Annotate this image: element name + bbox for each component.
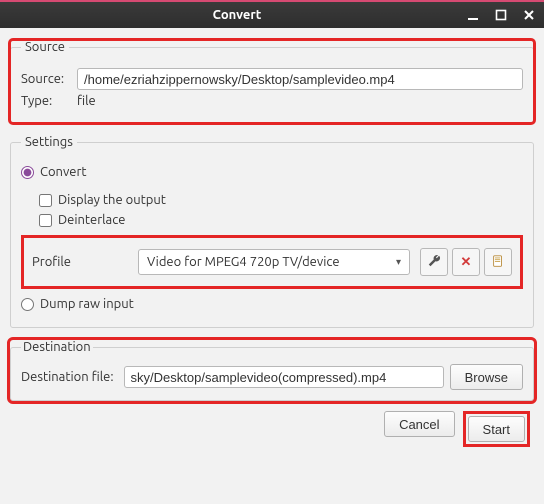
cancel-button[interactable]: Cancel bbox=[384, 411, 454, 437]
settings-group: Settings Convert Display the output Dein… bbox=[10, 135, 534, 328]
display-output-checkbox[interactable] bbox=[39, 194, 52, 207]
display-output-row[interactable]: Display the output bbox=[39, 193, 523, 207]
titlebar: Convert bbox=[0, 0, 544, 28]
browse-button[interactable]: Browse bbox=[450, 364, 523, 390]
convert-radio-row[interactable]: Convert bbox=[21, 165, 523, 179]
minimize-button[interactable] bbox=[466, 8, 480, 22]
edit-profile-button[interactable] bbox=[420, 248, 448, 276]
chevron-down-icon: ▾ bbox=[396, 256, 401, 268]
new-profile-button[interactable] bbox=[484, 248, 512, 276]
maximize-button[interactable] bbox=[494, 8, 508, 22]
wrench-icon bbox=[427, 254, 441, 271]
source-input[interactable] bbox=[77, 68, 523, 90]
deinterlace-row[interactable]: Deinterlace bbox=[39, 213, 523, 227]
destination-group: Destination Destination file: Browse bbox=[10, 340, 534, 401]
delete-profile-button[interactable]: ✕ bbox=[452, 248, 480, 276]
profile-dropdown[interactable]: Video for MPEG4 720p TV/device ▾ bbox=[138, 249, 410, 275]
close-button[interactable] bbox=[522, 8, 536, 22]
source-label: Source: bbox=[21, 72, 77, 86]
new-file-icon bbox=[491, 254, 505, 271]
window-controls bbox=[466, 8, 536, 22]
deinterlace-checkbox[interactable] bbox=[39, 214, 52, 227]
convert-dialog: Convert Source Source: Type: file bbox=[0, 0, 544, 504]
source-legend: Source bbox=[21, 40, 69, 54]
x-icon: ✕ bbox=[461, 255, 472, 270]
dump-radio[interactable] bbox=[21, 298, 34, 311]
destination-file-label: Destination file: bbox=[21, 370, 114, 384]
start-button[interactable]: Start bbox=[468, 416, 525, 442]
dialog-footer: Cancel Start bbox=[10, 411, 534, 447]
settings-legend: Settings bbox=[21, 135, 77, 149]
profile-label: Profile bbox=[32, 255, 138, 269]
window-title: Convert bbox=[8, 8, 466, 22]
convert-radio[interactable] bbox=[21, 166, 34, 179]
display-output-label: Display the output bbox=[58, 193, 166, 207]
start-highlight: Start bbox=[463, 411, 530, 447]
profile-selected: Video for MPEG4 720p TV/device bbox=[147, 255, 340, 269]
dump-radio-row[interactable]: Dump raw input bbox=[21, 297, 523, 311]
source-group: Source Source: Type: file bbox=[10, 40, 534, 123]
dialog-content: Source Source: Type: file Settings Conve… bbox=[0, 28, 544, 455]
type-label: Type: bbox=[21, 94, 77, 108]
deinterlace-label: Deinterlace bbox=[58, 213, 125, 227]
destination-legend: Destination bbox=[21, 340, 93, 354]
destination-input[interactable] bbox=[124, 366, 444, 388]
type-value: file bbox=[77, 94, 96, 108]
profile-row: Profile Video for MPEG4 720p TV/device ▾… bbox=[21, 235, 523, 289]
convert-radio-label: Convert bbox=[40, 165, 87, 179]
dump-radio-label: Dump raw input bbox=[40, 297, 134, 311]
